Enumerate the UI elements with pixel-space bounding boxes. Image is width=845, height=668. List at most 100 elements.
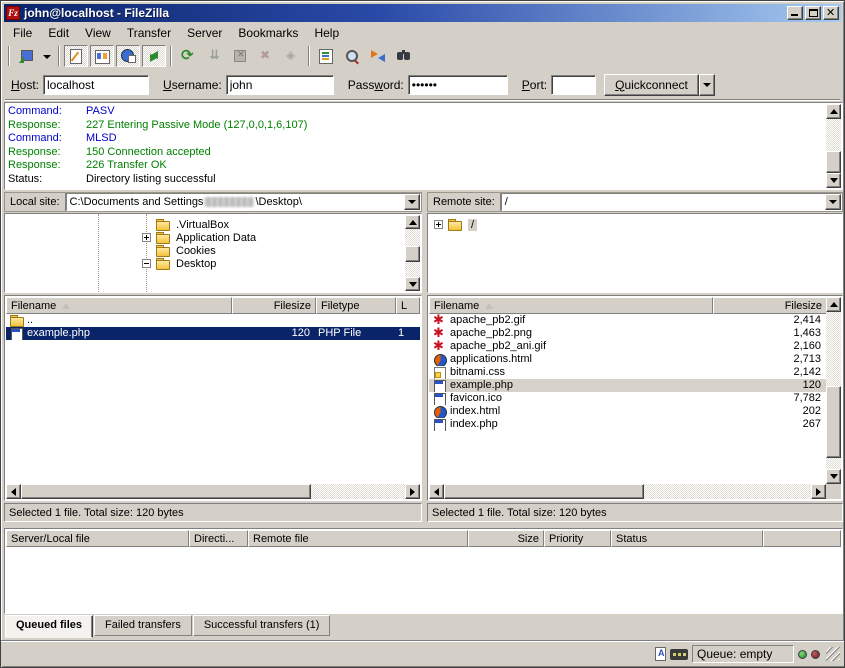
queue-column-header[interactable]: Size	[468, 530, 544, 547]
cancel-button[interactable]	[228, 45, 252, 67]
minimize-button[interactable]	[787, 6, 803, 20]
queue-column-header[interactable]: Status	[611, 530, 763, 547]
remote-tree-root[interactable]: /	[434, 218, 826, 231]
refresh-button[interactable]	[176, 45, 200, 67]
queue-column-header[interactable]: Remote file	[248, 530, 468, 547]
local-tree-scroll-down-button[interactable]	[405, 277, 420, 291]
tree-item[interactable]: .VirtualBox	[142, 218, 405, 231]
menu-item-help[interactable]: Help	[306, 25, 347, 41]
log-scroll-down-button[interactable]	[826, 173, 841, 188]
filter-icon	[318, 48, 334, 64]
port-input[interactable]	[551, 75, 596, 95]
remote-vscroll-up-button[interactable]	[826, 297, 841, 312]
transfer-type-icon[interactable]	[655, 647, 666, 661]
tab-successful-transfers-1-[interactable]: Successful transfers (1)	[193, 615, 331, 636]
log-toggle-button[interactable]	[64, 45, 88, 67]
maximize-button[interactable]	[805, 6, 821, 20]
queue-column-header[interactable]: Directi...	[189, 530, 248, 547]
collapse-minus-icon[interactable]	[142, 259, 151, 268]
find-button[interactable]	[392, 45, 416, 67]
password-input[interactable]	[408, 75, 508, 95]
remote-hscrollbar-thumb[interactable]	[444, 484, 644, 499]
username-input[interactable]	[226, 75, 334, 95]
site-manager-button[interactable]	[14, 45, 38, 67]
column-header-filesize[interactable]: Filesize	[713, 297, 827, 314]
host-input[interactable]	[43, 75, 149, 95]
remote-site-combo[interactable]: /	[501, 193, 842, 211]
local-tree-scrollbar-thumb[interactable]	[405, 246, 420, 262]
queue-column-header[interactable]: Server/Local file	[6, 530, 189, 547]
menu-item-file[interactable]: File	[5, 25, 40, 41]
quickconnect-dropdown-button[interactable]	[699, 74, 715, 96]
local-site-combo[interactable]: C:\Documents and Settings\Desktop\	[66, 193, 421, 211]
file-row[interactable]: index.html202	[429, 405, 827, 418]
log-scrollbar-thumb[interactable]	[826, 151, 841, 173]
file-row[interactable]: apache_pb2.gif2,414	[429, 314, 827, 327]
dropdown-arrow-button[interactable]	[40, 45, 54, 67]
filename-cell: apache_pb2.png	[429, 327, 715, 340]
remote-list-header: Filename Filesize	[429, 297, 827, 314]
queue-toggle-button[interactable]	[142, 45, 166, 67]
file-row[interactable]: apache_pb2_ani.gif2,160	[429, 340, 827, 353]
remote-tree-toggle-button[interactable]	[116, 45, 140, 67]
column-header-filename[interactable]: Filename	[429, 297, 713, 314]
reconnect-button[interactable]	[280, 45, 304, 67]
file-row[interactable]: ..	[6, 314, 420, 327]
expand-plus-icon[interactable]	[434, 220, 443, 229]
file-row[interactable]: favicon.ico7,782	[429, 392, 827, 405]
resize-grip[interactable]	[826, 647, 840, 661]
menu-item-edit[interactable]: Edit	[40, 25, 77, 41]
menu-item-bookmarks[interactable]: Bookmarks	[230, 25, 306, 41]
column-header-lastmodified[interactable]: L	[396, 297, 420, 314]
tree-item[interactable]: Desktop	[142, 257, 405, 270]
local-hscroll-right-button[interactable]	[405, 484, 420, 499]
menu-item-view[interactable]: View	[77, 25, 119, 41]
file-row[interactable]: apache_pb2.png1,463	[429, 327, 827, 340]
remote-hscroll-left-button[interactable]	[429, 484, 444, 499]
remote-vscrollbar-thumb[interactable]	[826, 386, 841, 458]
local-site-dropdown-button[interactable]	[404, 194, 420, 210]
remote-site-dropdown-button[interactable]	[825, 194, 841, 210]
menu-item-transfer[interactable]: Transfer	[119, 25, 179, 41]
remote-hscrollbar-track[interactable]	[644, 484, 811, 499]
speed-limit-icon[interactable]	[670, 649, 688, 660]
local-tree-toggle-button[interactable]	[90, 45, 114, 67]
tree-item-label: Application Data	[176, 232, 256, 244]
tree-item[interactable]: Application Data	[142, 231, 405, 244]
local-hscrollbar-track[interactable]	[311, 484, 405, 499]
filter-button[interactable]	[314, 45, 338, 67]
compare-button[interactable]	[340, 45, 364, 67]
chevron-down-icon	[703, 83, 711, 91]
remote-vscroll-down-button[interactable]	[826, 469, 841, 484]
tree-item[interactable]: Cookies	[142, 244, 405, 257]
column-header-filename[interactable]: Filename	[6, 297, 232, 314]
expand-plus-icon[interactable]	[142, 233, 151, 242]
remote-hscroll-right-button[interactable]	[811, 484, 826, 499]
disconnect-button[interactable]	[254, 45, 278, 67]
file-row[interactable]: index.php267	[429, 418, 827, 431]
log-scroll-up-button[interactable]	[826, 104, 841, 119]
file-row[interactable]: example.php120	[429, 379, 827, 392]
quickconnect-button[interactable]: Quickconnect	[604, 74, 699, 96]
queue-column-header[interactable]: Priority	[544, 530, 611, 547]
arrow-down-icon	[409, 282, 417, 291]
tab-failed-transfers[interactable]: Failed transfers	[94, 615, 192, 636]
process-queue-button[interactable]	[202, 45, 226, 67]
local-hscrollbar-thumb[interactable]	[21, 484, 311, 499]
close-button[interactable]: ✕	[823, 6, 839, 20]
local-hscroll-left-button[interactable]	[6, 484, 21, 499]
filename-text: applications.html	[450, 353, 532, 366]
remote-status-bar: Selected 1 file. Total size: 120 bytes	[427, 503, 843, 522]
file-row[interactable]: bitnami.css2,142	[429, 366, 827, 379]
sync-browsing-button[interactable]	[366, 45, 390, 67]
menu-item-server[interactable]: Server	[179, 25, 230, 41]
column-header-filesize[interactable]: Filesize	[232, 297, 316, 314]
filename-cell: apache_pb2_ani.gif	[429, 340, 715, 353]
queue-toggle-icon	[146, 48, 162, 64]
tab-queued-files[interactable]: Queued files	[5, 615, 93, 638]
file-row[interactable]: applications.html2,713	[429, 353, 827, 366]
arrow-down-icon	[830, 474, 838, 483]
column-header-filetype[interactable]: Filetype	[316, 297, 396, 314]
file-row[interactable]: example.php120PHP File1	[6, 327, 420, 340]
local-tree-scroll-up-button[interactable]	[405, 215, 420, 229]
